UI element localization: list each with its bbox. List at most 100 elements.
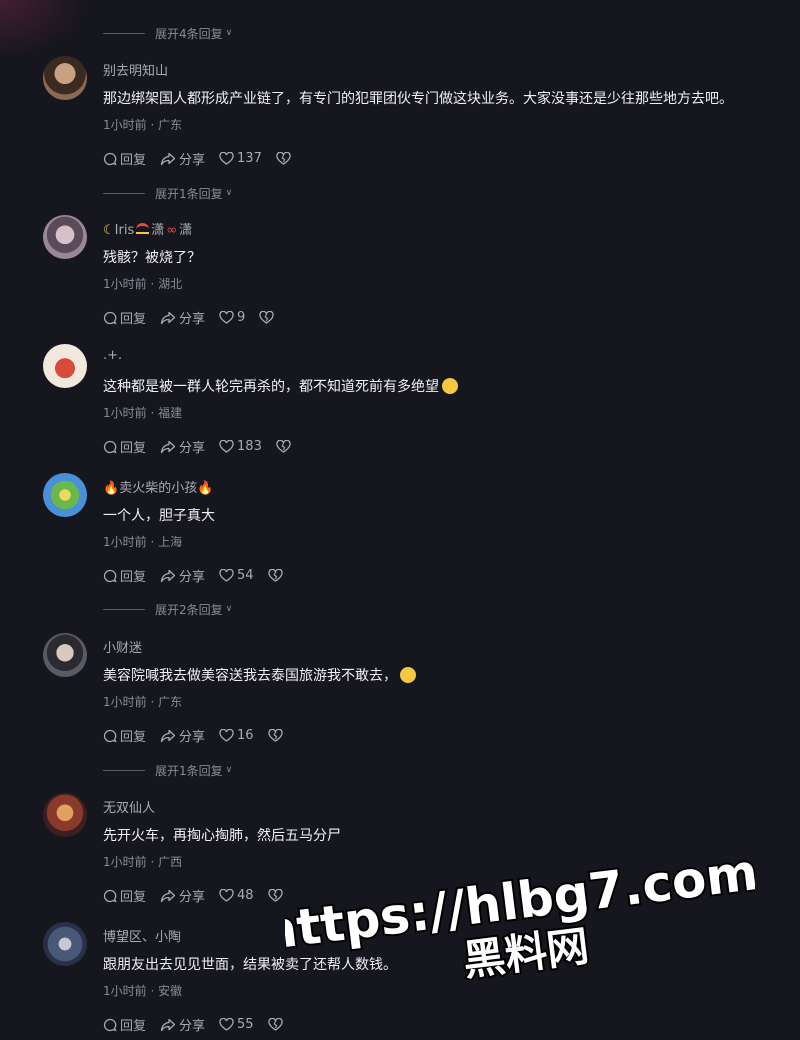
share-button[interactable]: 分享 <box>160 566 205 585</box>
heart-icon <box>219 440 234 453</box>
emoji-flushed-icon <box>442 378 458 394</box>
username[interactable]: 🔥卖火柴的小孩🔥 <box>103 477 213 496</box>
share-icon <box>160 889 176 902</box>
reply-button[interactable]: 回复 <box>103 308 146 327</box>
like-count: 48 <box>237 888 254 903</box>
share-button[interactable]: 分享 <box>160 437 205 456</box>
expand-replies-4[interactable]: 展开1条回复 ∨ <box>103 760 232 780</box>
reply-button[interactable]: 回复 <box>103 886 146 905</box>
like-button[interactable]: 48 <box>219 888 254 903</box>
comment-actions: 回复 分享 137 <box>103 149 308 168</box>
dislike-button[interactable] <box>267 1018 286 1031</box>
share-button[interactable]: 分享 <box>160 726 205 745</box>
username[interactable]: 小财迷 <box>103 637 142 656</box>
avatar[interactable] <box>43 344 87 388</box>
like-button[interactable]: 16 <box>219 728 254 743</box>
share-button[interactable]: 分享 <box>160 1015 205 1034</box>
infinity-icon: ∞ <box>166 223 178 238</box>
emoji-laughing-icon <box>400 667 416 683</box>
dislike-button[interactable] <box>276 440 294 453</box>
reply-button[interactable]: 回复 <box>103 149 146 168</box>
share-icon <box>160 1018 176 1031</box>
reply-button[interactable]: 回复 <box>103 726 146 745</box>
broken-heart-icon <box>259 311 274 324</box>
share-button[interactable]: 分享 <box>160 308 205 327</box>
comment-actions: 回复 分享 9 <box>103 308 291 327</box>
comment-actions: 回复 分享 183 <box>103 437 308 456</box>
like-button[interactable]: 55 <box>219 1017 254 1032</box>
broken-heart-icon <box>276 440 291 453</box>
heart-icon <box>219 1018 234 1031</box>
comment-meta: 1小时前 · 广东 <box>103 695 183 709</box>
dislike-button[interactable] <box>267 729 286 742</box>
comment-actions: 回复 分享 16 <box>103 726 300 745</box>
comment-text: 残骸？被烧了？ <box>103 250 201 266</box>
avatar[interactable] <box>43 633 87 677</box>
heart-icon <box>219 569 234 582</box>
avatar[interactable] <box>43 473 87 517</box>
broken-heart-icon <box>267 569 283 582</box>
chevron-down-icon: ∨ <box>225 604 233 614</box>
like-count: 16 <box>237 728 254 743</box>
share-icon <box>160 440 176 453</box>
like-count: 55 <box>237 1017 254 1032</box>
like-button[interactable]: 54 <box>219 568 254 583</box>
comment-text: 那边绑架国人都形成产业链了，有专门的犯罪团伙专门做这块业务。大家没事还是少往那些… <box>103 91 733 107</box>
moon-icon: ☾ <box>103 223 115 238</box>
share-button[interactable]: 分享 <box>160 886 205 905</box>
dislike-button[interactable] <box>267 889 286 902</box>
avatar[interactable] <box>43 793 87 837</box>
avatar[interactable] <box>43 215 87 259</box>
comment-actions: 回复 分享 55 <box>103 1015 300 1034</box>
reply-icon <box>103 569 117 582</box>
share-button[interactable]: 分享 <box>160 149 205 168</box>
username[interactable]: 别去明知山 <box>103 60 168 79</box>
like-button[interactable]: 183 <box>219 439 262 454</box>
broken-heart-icon <box>267 729 283 742</box>
broken-heart-icon <box>276 152 291 165</box>
dislike-button[interactable] <box>259 311 277 324</box>
heart-icon <box>219 889 234 902</box>
reply-icon <box>103 729 117 742</box>
broken-heart-icon <box>267 1018 283 1031</box>
dislike-button[interactable] <box>267 569 286 582</box>
comment-text: 美容院喊我去做美容送我去泰国旅游我不敢去， <box>103 665 416 685</box>
chevron-down-icon: ∨ <box>225 188 233 198</box>
avatar[interactable] <box>43 922 87 966</box>
share-icon <box>160 311 176 324</box>
username[interactable]: .+. <box>103 348 122 363</box>
reply-icon <box>103 1018 117 1031</box>
share-icon <box>160 152 176 165</box>
comment-meta: 1小时前 · 上海 <box>103 535 183 549</box>
username[interactable]: ☾Iris 潇 ∞ 潇 <box>103 219 192 238</box>
comment-meta: 1小时前 · 福建 <box>103 406 183 420</box>
comment-meta: 1小时前 · 湖北 <box>103 277 183 291</box>
avatar[interactable] <box>43 56 87 100</box>
like-count: 183 <box>237 439 262 454</box>
share-icon <box>160 569 176 582</box>
comment-text: 一个人，胆子真大 <box>103 508 215 524</box>
username[interactable]: 博望区、小陶 <box>103 926 181 945</box>
reply-icon <box>103 440 117 453</box>
chevron-down-icon: ∨ <box>225 765 233 775</box>
reply-icon <box>103 152 117 165</box>
username[interactable]: 无双仙人 <box>103 797 155 816</box>
heart-icon <box>219 729 234 742</box>
like-button[interactable]: 9 <box>219 310 245 325</box>
fire-icon: 🔥 <box>103 481 120 496</box>
expand-replies-3[interactable]: 展开2条回复 ∨ <box>103 599 232 619</box>
chevron-down-icon: ∨ <box>225 28 233 38</box>
reply-button[interactable]: 回复 <box>103 437 146 456</box>
like-count: 54 <box>237 568 254 583</box>
reply-button[interactable]: 回复 <box>103 566 146 585</box>
like-button[interactable]: 137 <box>219 151 262 166</box>
rainbow-icon <box>136 223 150 234</box>
heart-icon <box>219 311 234 324</box>
expand-replies-2[interactable]: 展开1条回复 ∨ <box>103 183 232 203</box>
reply-button[interactable]: 回复 <box>103 1015 146 1034</box>
share-icon <box>160 729 176 742</box>
dislike-button[interactable] <box>276 152 294 165</box>
comment-meta: 1小时前 · 广西 <box>103 855 183 869</box>
expand-replies-1[interactable]: 展开4条回复 ∨ <box>103 23 232 43</box>
fire-icon: 🔥 <box>197 481 214 496</box>
